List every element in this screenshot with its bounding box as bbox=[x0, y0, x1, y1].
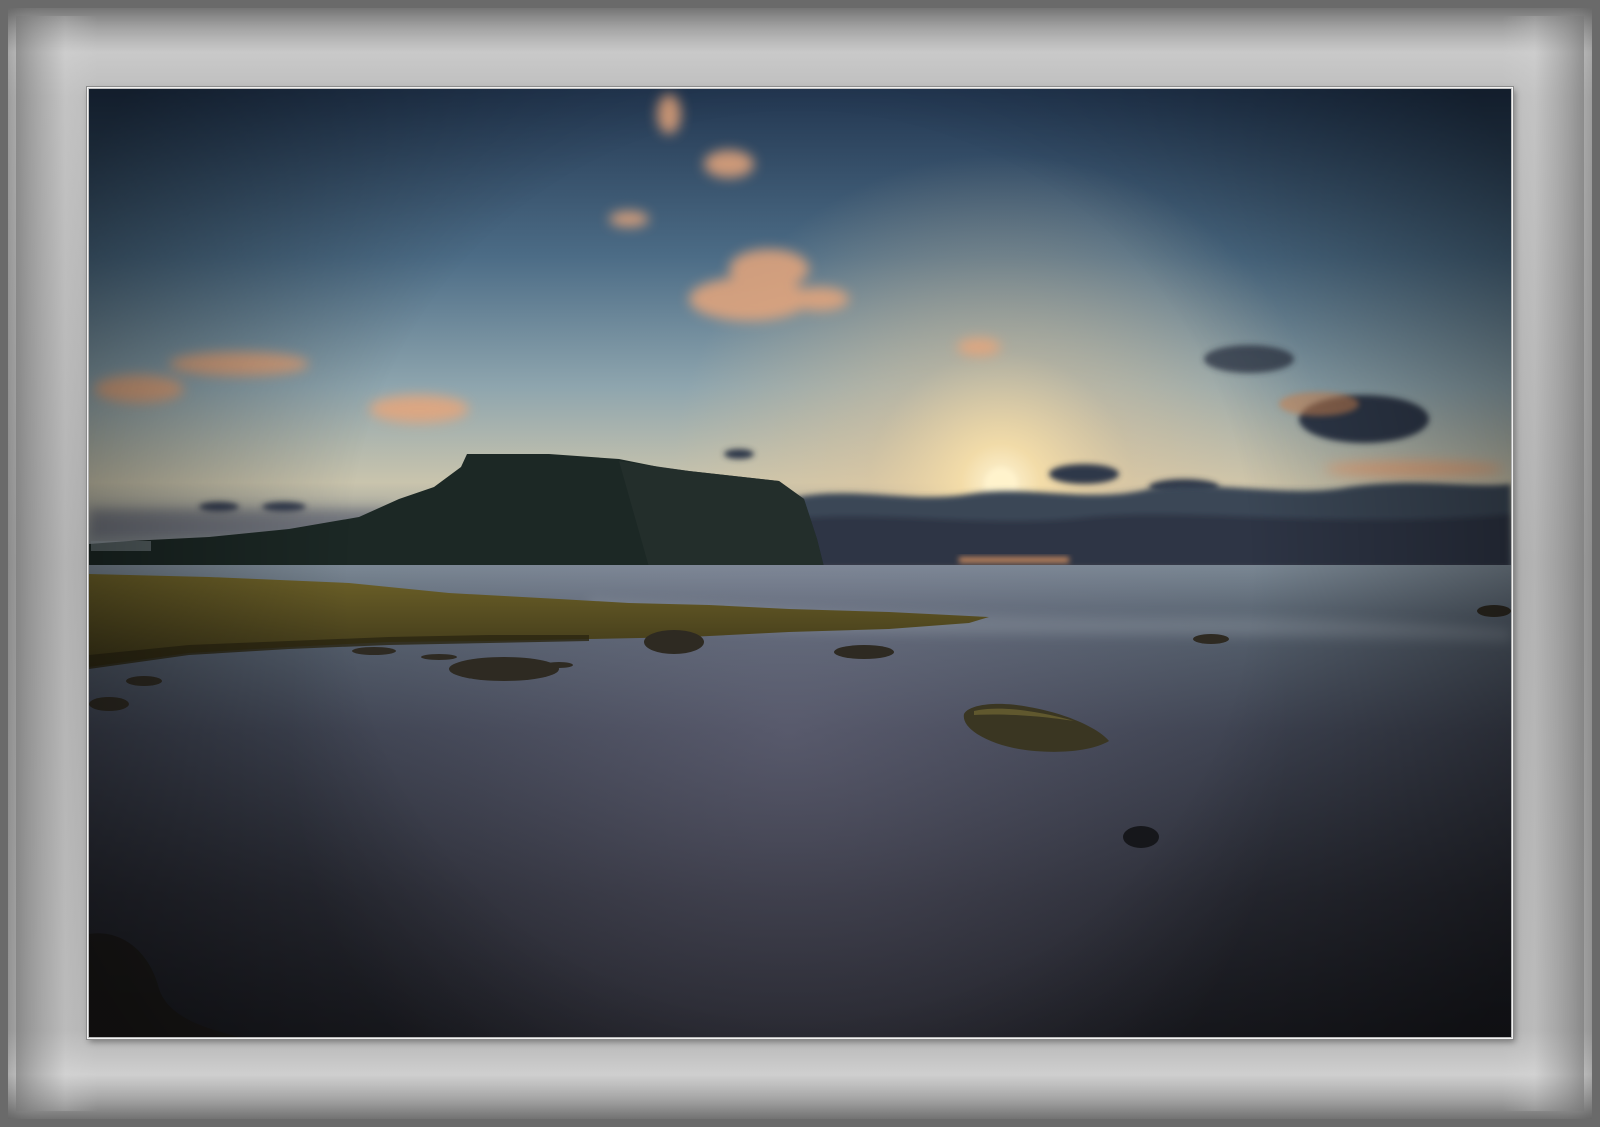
frame-left-bevel bbox=[16, 16, 98, 1111]
frame-right-bevel bbox=[1502, 16, 1584, 1111]
vignette bbox=[89, 89, 1511, 1037]
seascape-photo bbox=[89, 89, 1511, 1037]
seascape-illustration bbox=[89, 89, 1511, 1037]
